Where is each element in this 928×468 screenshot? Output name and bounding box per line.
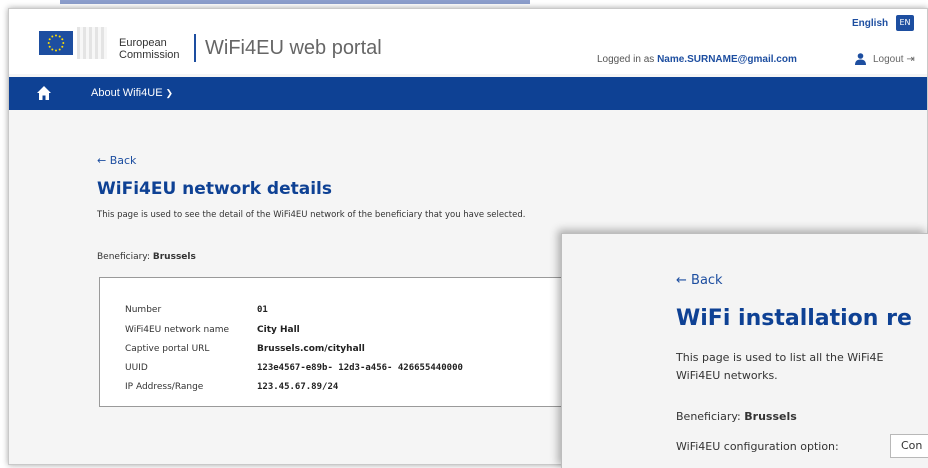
detail-label: WiFi4EU network name xyxy=(125,325,230,335)
logged-in-prefix: Logged in as xyxy=(597,54,655,65)
nav-about-menu[interactable]: About Wifi4UE ❯ xyxy=(91,87,173,99)
eu-flag-icon xyxy=(39,31,73,55)
detail-value: 01 xyxy=(257,305,268,315)
beneficiary-value: Brussels xyxy=(152,252,196,262)
org-name: European Commission xyxy=(119,37,180,61)
org-line2: Commission xyxy=(119,49,180,61)
beneficiary-label: Beneficiary: xyxy=(676,410,741,423)
beneficiary-value: Brussels xyxy=(744,410,797,423)
detail-label: UUID xyxy=(125,363,148,373)
description-line1: This page is used to list all the WiFi4E xyxy=(676,351,884,364)
page-title: WiFi4EU network details xyxy=(97,179,333,199)
config-option-select[interactable]: Con xyxy=(890,434,928,458)
user-email: Name.SURNAME@gmail.com xyxy=(657,54,797,65)
language-selector[interactable]: English xyxy=(852,18,888,29)
page-description: This page is used to see the detail of t… xyxy=(97,210,526,220)
page-title: WiFi installation re xyxy=(676,306,912,331)
detail-label: IP Address/Range xyxy=(125,382,204,392)
nav-about-label: About Wifi4UE xyxy=(91,87,163,99)
site-header: European Commission WiFi4EU web portal E… xyxy=(9,9,927,74)
language-code-icon[interactable]: EN xyxy=(896,15,914,31)
detail-value: 123.45.67.89/24 xyxy=(257,382,339,392)
detail-label: Number xyxy=(125,305,162,315)
user-icon xyxy=(855,53,866,65)
beneficiary-info: Beneficiary: Brussels xyxy=(97,252,196,262)
detail-value: 123e4567-e89b- 12d3-a456- 426655440000 xyxy=(257,363,463,373)
home-icon[interactable] xyxy=(36,85,52,101)
logged-in-info: Logged in as Name.SURNAME@gmail.com xyxy=(597,54,797,65)
portal-title[interactable]: WiFi4EU web portal xyxy=(205,37,382,60)
page-description: This page is used to list all the WiFi4E… xyxy=(676,349,884,385)
logout-label: Logout xyxy=(873,54,904,65)
beneficiary-info: Beneficiary: Brussels xyxy=(676,410,797,423)
detail-value: City Hall xyxy=(257,325,300,335)
chevron-down-icon: ❯ xyxy=(165,88,174,98)
detail-value: Brussels.com/cityhall xyxy=(257,344,365,354)
logout-button[interactable]: Logout ⇥ xyxy=(873,54,915,65)
back-link[interactable]: ← Back xyxy=(676,273,723,288)
network-details-panel: Number 01 WiFi4EU network name City Hall… xyxy=(99,277,569,407)
description-line2: WiFi4EU networks. xyxy=(676,369,778,382)
org-line1: European xyxy=(119,37,167,49)
installation-report-window: ← Back WiFi installation re This page is… xyxy=(561,233,928,468)
detail-label: Captive portal URL xyxy=(125,344,210,354)
back-link[interactable]: ← Back xyxy=(97,154,136,167)
commission-building-logo xyxy=(77,27,107,59)
beneficiary-label: Beneficiary: xyxy=(97,252,150,262)
config-option-label: WiFi4EU configuration option: xyxy=(676,440,839,453)
header-divider xyxy=(194,34,196,62)
logout-icon: ⇥ xyxy=(906,54,915,65)
main-nav: About Wifi4UE ❯ xyxy=(9,77,927,110)
